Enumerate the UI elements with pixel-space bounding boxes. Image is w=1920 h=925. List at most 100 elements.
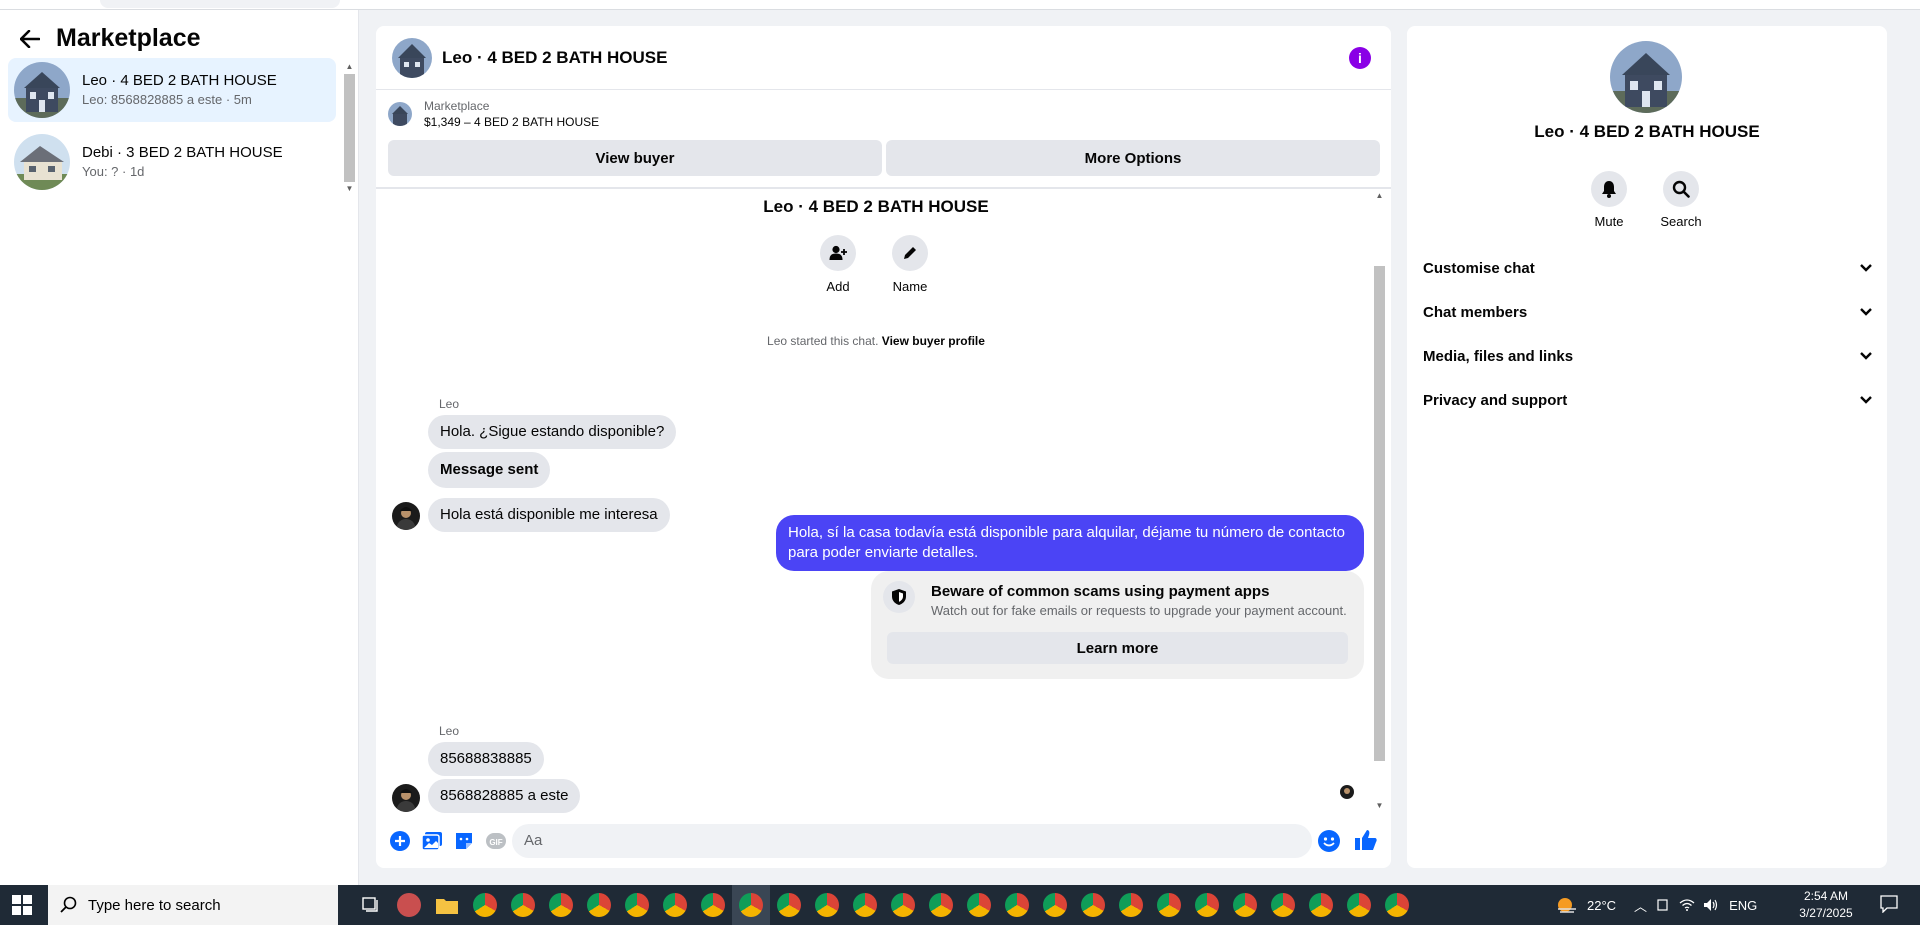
top-bar (0, 0, 1920, 10)
incoming-message[interactable]: Hola está disponible me interesa (428, 498, 670, 532)
chrome-icon[interactable] (694, 885, 732, 925)
chrome-icon[interactable] (922, 885, 960, 925)
system-tray: 22°C ︿ ENG (1555, 885, 1757, 925)
message-input[interactable]: Aa (512, 824, 1312, 858)
sidebar-scrollbar[interactable]: ▲ ▼ (344, 62, 355, 210)
search-icon[interactable] (1663, 171, 1699, 207)
chat-title[interactable]: Leo · 4 BED 2 BATH HOUSE (442, 48, 667, 68)
chrome-icon[interactable] (656, 885, 694, 925)
conversation-item-debi[interactable]: Debi · 3 BED 2 BATH HOUSE You: ? · 1d (8, 130, 336, 194)
chrome-icon[interactable] (466, 885, 504, 925)
bell-icon[interactable] (1591, 171, 1627, 207)
media-files-links-section[interactable]: Media, files and links (1423, 338, 1873, 374)
chrome-icon[interactable] (1188, 885, 1226, 925)
chat-members-section[interactable]: Chat members (1423, 294, 1873, 330)
conversation-item-leo[interactable]: Leo · 4 BED 2 BATH HOUSE Leo: 8568828885… (8, 58, 336, 122)
profile-avatar[interactable] (1610, 41, 1682, 113)
add-person-icon[interactable] (820, 235, 856, 271)
chrome-icon[interactable] (846, 885, 884, 925)
chrome-icon[interactable] (1264, 885, 1302, 925)
house-thumbnail-avatar (14, 62, 70, 118)
search-action[interactable]: Search (1651, 171, 1711, 229)
chrome-icon[interactable] (1150, 885, 1188, 925)
chrome-icon[interactable] (1302, 885, 1340, 925)
photo-icon[interactable] (421, 830, 443, 852)
scroll-up-arrow-icon[interactable]: ▲ (344, 62, 355, 72)
chrome-icon[interactable] (1074, 885, 1112, 925)
windows-start-icon[interactable] (12, 895, 32, 919)
sticker-icon[interactable] (453, 830, 475, 852)
weather-icon[interactable] (1555, 895, 1579, 915)
gif-icon[interactable]: GIF (485, 830, 507, 852)
language-indicator[interactable]: ENG (1729, 898, 1757, 913)
chat-details-panel: Leo · 4 BED 2 BATH HOUSE Mute Search Cus… (1407, 26, 1887, 868)
emoji-icon[interactable] (1318, 830, 1340, 856)
volume-icon[interactable] (1703, 898, 1719, 912)
outgoing-message[interactable]: Hola, sí la casa todavía está disponible… (776, 515, 1364, 571)
top-search-bar[interactable] (100, 0, 340, 8)
chevron-up-icon[interactable]: ︿ (1634, 896, 1647, 915)
scrollbar-thumb[interactable] (1374, 266, 1385, 761)
chrome-icon[interactable] (1036, 885, 1074, 925)
chat-avatar[interactable] (392, 37, 432, 78)
plus-circle-icon[interactable] (389, 830, 411, 852)
name-action[interactable]: Name (892, 235, 928, 294)
search-icon (60, 896, 77, 913)
app-icon[interactable] (390, 885, 428, 925)
info-icon[interactable]: i (1349, 47, 1371, 69)
incoming-message[interactable]: 8568828885 a este (428, 779, 581, 813)
sender-avatar[interactable] (392, 502, 420, 530)
sidebar-header: Marketplace (18, 24, 201, 53)
chrome-icon[interactable] (504, 885, 542, 925)
scroll-down-arrow-icon[interactable]: ▼ (344, 184, 355, 194)
chrome-icon[interactable] (580, 885, 618, 925)
add-action[interactable]: Add (820, 235, 856, 294)
file-explorer-icon[interactable] (428, 885, 466, 925)
customise-chat-section[interactable]: Customise chat (1423, 250, 1873, 286)
wifi-icon[interactable] (1679, 899, 1695, 911)
chrome-icon[interactable] (1226, 885, 1264, 925)
chrome-icon[interactable] (998, 885, 1036, 925)
incoming-message[interactable]: Hola. ¿Sigue estando disponible? (428, 415, 677, 449)
seen-avatar (1340, 785, 1354, 799)
intro-actions: Add Name (820, 235, 928, 294)
sender-avatar[interactable] (392, 784, 420, 812)
chevron-down-icon (1860, 308, 1872, 316)
chrome-icon[interactable] (732, 885, 770, 925)
chrome-icon[interactable] (1340, 885, 1378, 925)
listing-summary[interactable]: Marketplace $1,349 – 4 BED 2 BATH HOUSE (388, 98, 599, 130)
view-buyer-profile-link[interactable]: View buyer profile (882, 334, 985, 348)
taskbar-app-icons (352, 885, 1416, 925)
incoming-message[interactable]: 85688838885 (428, 742, 544, 776)
back-arrow-icon[interactable] (18, 27, 42, 51)
more-options-button[interactable]: More Options (886, 140, 1380, 176)
pencil-icon[interactable] (892, 235, 928, 271)
chrome-icon[interactable] (884, 885, 922, 925)
incoming-message[interactable]: Message sent (428, 452, 551, 488)
chrome-icon[interactable] (1112, 885, 1150, 925)
chrome-icon[interactable] (1378, 885, 1416, 925)
temperature[interactable]: 22°C (1587, 898, 1616, 913)
chrome-icon[interactable] (960, 885, 998, 925)
learn-more-button[interactable]: Learn more (887, 632, 1348, 664)
meet-now-icon[interactable] (1657, 899, 1671, 911)
task-view-icon[interactable] (352, 885, 390, 925)
mute-action[interactable]: Mute (1579, 171, 1639, 229)
chrome-icon[interactable] (808, 885, 846, 925)
privacy-support-section[interactable]: Privacy and support (1423, 382, 1873, 418)
notification-icon[interactable] (1880, 895, 1898, 917)
thread-scrollbar[interactable]: ▲ ▼ (1374, 191, 1385, 811)
view-buyer-button[interactable]: View buyer (388, 140, 882, 176)
name-label: Name (892, 279, 928, 294)
listing-thumbnail (388, 102, 412, 126)
clock-time: 2:54 AM (1803, 889, 1849, 903)
scrollbar-thumb[interactable] (344, 74, 355, 182)
taskbar-search-box[interactable]: Type here to search (48, 885, 338, 925)
chrome-icon[interactable] (618, 885, 656, 925)
chrome-icon[interactable] (770, 885, 808, 925)
scroll-up-arrow-icon[interactable]: ▲ (1374, 191, 1385, 201)
chrome-icon[interactable] (542, 885, 580, 925)
taskbar-clock[interactable]: 2:54 AM 3/27/2025 (1786, 888, 1866, 922)
scroll-down-arrow-icon[interactable]: ▼ (1374, 801, 1385, 811)
thumbs-up-icon[interactable] (1354, 828, 1378, 856)
